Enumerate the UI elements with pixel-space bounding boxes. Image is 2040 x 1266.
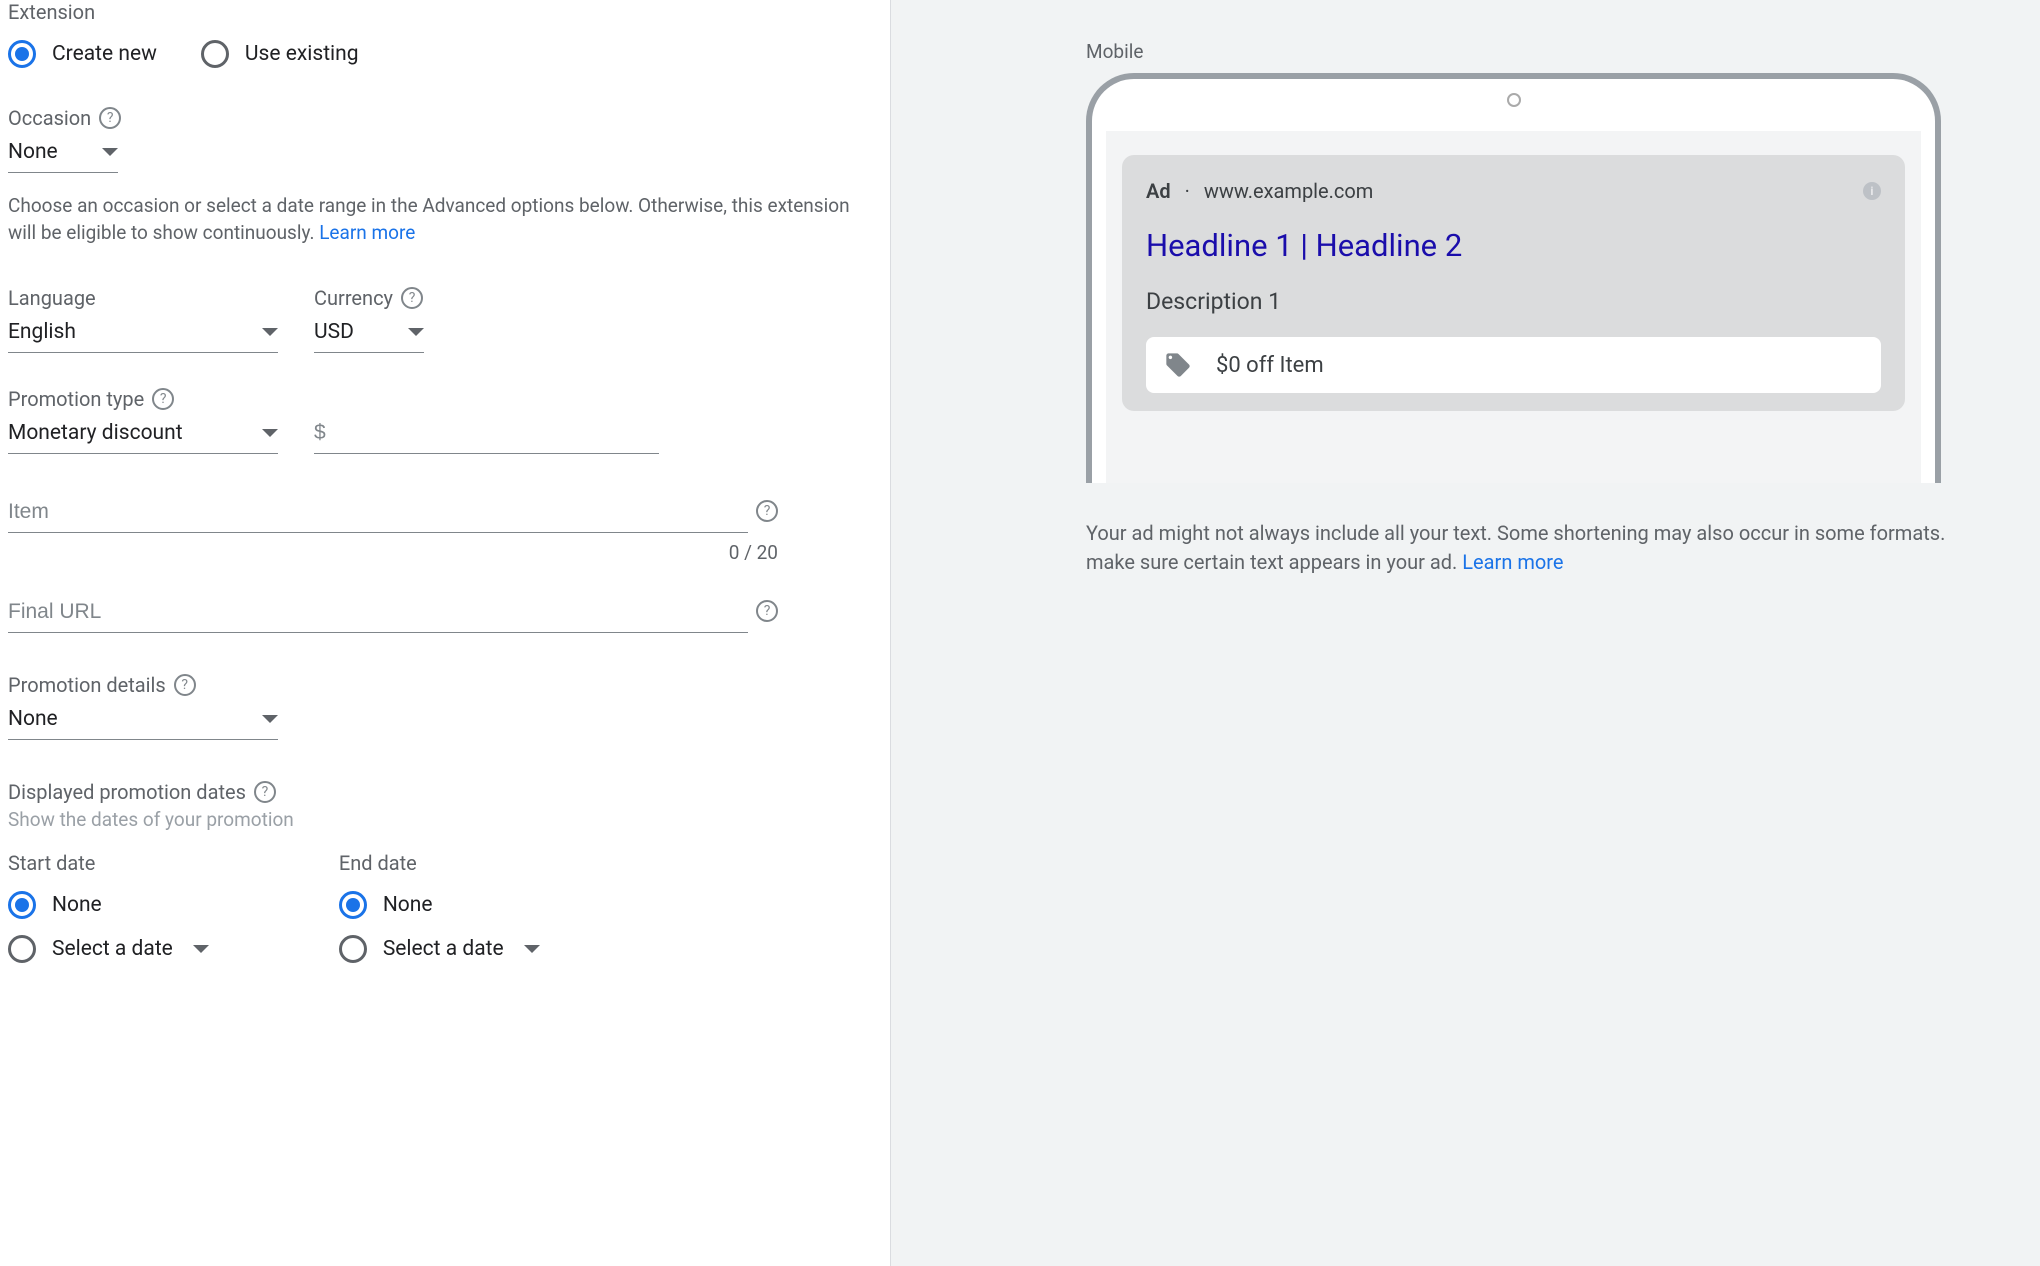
date-row: Start date None Select a date End date N… bbox=[8, 851, 882, 963]
preview-panel: Mobile Ad · www.example.com i Headline 1… bbox=[890, 0, 2040, 1266]
caret-down-icon bbox=[524, 945, 540, 953]
help-icon[interactable] bbox=[756, 500, 778, 522]
start-date-group: Start date None Select a date bbox=[8, 851, 209, 963]
end-date-select-label: Select a date bbox=[383, 937, 540, 961]
amount-input[interactable] bbox=[314, 415, 659, 454]
caret-down-icon bbox=[193, 945, 209, 953]
radio-icon bbox=[8, 891, 36, 919]
promotion-details-select[interactable]: None bbox=[8, 701, 278, 740]
help-icon[interactable] bbox=[401, 287, 423, 309]
help-icon[interactable] bbox=[174, 674, 196, 696]
help-icon[interactable] bbox=[152, 388, 174, 410]
caret-down-icon bbox=[262, 328, 278, 336]
radio-icon bbox=[201, 40, 229, 68]
currency-label: Currency bbox=[314, 286, 424, 310]
radio-icon bbox=[8, 935, 36, 963]
end-date-none-label: None bbox=[383, 893, 433, 917]
dot-separator: · bbox=[1185, 179, 1190, 203]
item-field: 0 / 20 bbox=[8, 494, 882, 564]
learn-more-link[interactable]: Learn more bbox=[319, 221, 415, 244]
help-icon[interactable] bbox=[756, 600, 778, 622]
help-icon[interactable] bbox=[254, 781, 276, 803]
promotion-type-field: Promotion type Monetary discount bbox=[8, 387, 278, 454]
help-icon[interactable] bbox=[99, 107, 121, 129]
caret-down-icon bbox=[262, 429, 278, 437]
preview-label: Mobile bbox=[1086, 40, 1975, 63]
promotion-details-field: Promotion details None bbox=[8, 673, 882, 740]
promotion-amount-field bbox=[314, 415, 659, 454]
caret-down-icon bbox=[102, 148, 118, 156]
preview-note: Your ad might not always include all you… bbox=[1086, 519, 1975, 577]
final-url-input[interactable] bbox=[8, 594, 748, 633]
end-date-none-radio[interactable]: None bbox=[339, 891, 540, 919]
create-new-label: Create new bbox=[52, 42, 157, 66]
language-label: Language bbox=[8, 286, 278, 310]
tag-icon bbox=[1164, 351, 1192, 379]
start-date-label: Start date bbox=[8, 851, 209, 875]
language-select[interactable]: English bbox=[8, 314, 278, 353]
promotion-type-label: Promotion type bbox=[8, 387, 278, 411]
promo-strip: $0 off Item bbox=[1146, 337, 1881, 393]
end-date-select-radio[interactable]: Select a date bbox=[339, 935, 540, 963]
use-existing-label: Use existing bbox=[245, 42, 359, 66]
occasion-field: Occasion None Choose an occasion or sele… bbox=[8, 106, 882, 246]
language-field: Language English bbox=[8, 286, 278, 353]
displayed-dates-sub: Show the dates of your promotion bbox=[8, 808, 882, 831]
displayed-dates-label: Displayed promotion dates bbox=[8, 780, 882, 804]
ad-meta-row: Ad · www.example.com i bbox=[1146, 179, 1881, 203]
ad-preview-card: Ad · www.example.com i Headline 1 | Head… bbox=[1122, 155, 1905, 411]
item-char-counter: 0 / 20 bbox=[8, 541, 778, 564]
promotion-details-label: Promotion details bbox=[8, 673, 882, 697]
currency-select[interactable]: USD bbox=[314, 314, 424, 353]
ad-url: www.example.com bbox=[1204, 179, 1373, 203]
displayed-dates-field: Displayed promotion dates Show the dates… bbox=[8, 780, 882, 831]
extension-section-label: Extension bbox=[8, 0, 882, 24]
item-input[interactable] bbox=[8, 494, 748, 533]
use-existing-radio[interactable]: Use existing bbox=[201, 40, 359, 68]
phone-camera-icon bbox=[1507, 93, 1521, 107]
occasion-select[interactable]: None bbox=[8, 134, 118, 173]
caret-down-icon bbox=[262, 715, 278, 723]
end-date-label: End date bbox=[339, 851, 540, 875]
start-date-none-radio[interactable]: None bbox=[8, 891, 209, 919]
form-panel: Extension Create new Use existing Occasi… bbox=[0, 0, 890, 1266]
create-new-radio[interactable]: Create new bbox=[8, 40, 157, 68]
promotion-type-select[interactable]: Monetary discount bbox=[8, 415, 278, 454]
ad-badge: Ad bbox=[1146, 179, 1171, 203]
phone-frame: Ad · www.example.com i Headline 1 | Head… bbox=[1086, 73, 1941, 483]
radio-icon bbox=[339, 891, 367, 919]
ad-headline: Headline 1 | Headline 2 bbox=[1146, 227, 1881, 264]
info-icon: i bbox=[1863, 182, 1881, 200]
start-date-none-label: None bbox=[52, 893, 102, 917]
promotion-type-row: Promotion type Monetary discount bbox=[8, 387, 882, 454]
start-date-select-radio[interactable]: Select a date bbox=[8, 935, 209, 963]
promo-text: $0 off Item bbox=[1216, 353, 1324, 378]
radio-icon bbox=[8, 40, 36, 68]
currency-field: Currency USD bbox=[314, 286, 424, 353]
start-date-select-label: Select a date bbox=[52, 937, 209, 961]
occasion-helper: Choose an occasion or select a date rang… bbox=[8, 193, 882, 246]
radio-icon bbox=[339, 935, 367, 963]
final-url-field bbox=[8, 594, 882, 633]
ad-description: Description 1 bbox=[1146, 288, 1881, 315]
learn-more-link[interactable]: Learn more bbox=[1462, 550, 1563, 574]
phone-screen: Ad · www.example.com i Headline 1 | Head… bbox=[1106, 131, 1921, 483]
caret-down-icon bbox=[408, 328, 424, 336]
occasion-label: Occasion bbox=[8, 106, 882, 130]
lang-currency-row: Language English Currency USD bbox=[8, 286, 882, 353]
end-date-group: End date None Select a date bbox=[339, 851, 540, 963]
extension-mode-radio-group: Create new Use existing bbox=[8, 40, 882, 68]
